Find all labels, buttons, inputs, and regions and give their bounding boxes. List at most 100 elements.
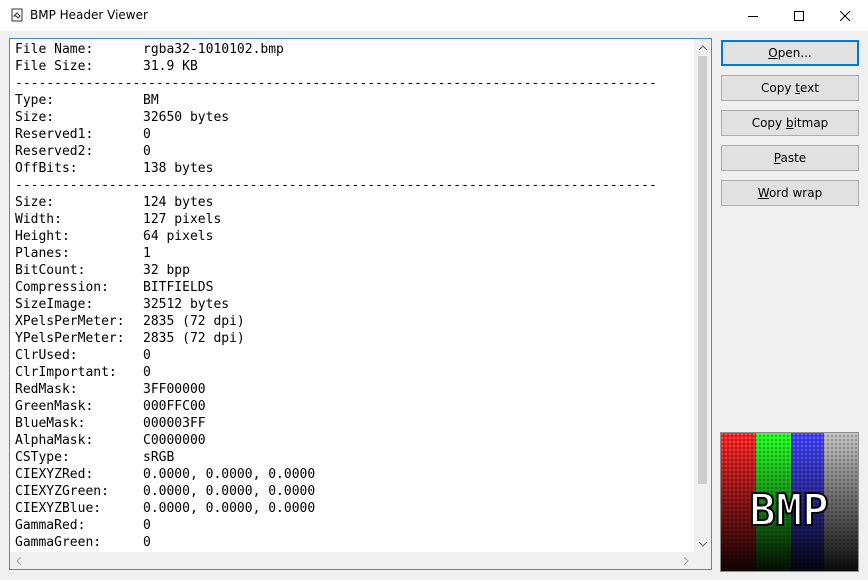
field-label: Compression: [15,280,109,295]
field-label: CSType: [15,450,70,465]
field-value: 2835 (72 dpi) [143,331,245,346]
field-value: 0 [143,348,151,363]
field-value: 32 bpp [143,263,190,278]
field-label: GammaRed: [15,518,86,533]
field-value: 124 bytes [143,195,214,210]
field-value: 3FF00000 [143,382,206,397]
field-value: 1 [143,246,151,261]
button-label-pre: Copy [751,116,786,130]
field-value: 2835 (72 dpi) [143,314,245,329]
field-value: 138 bytes [143,161,214,176]
field-value: 000FFC00 [143,399,206,414]
button-label-post: ord wrap [768,186,823,200]
vertical-scrollbar[interactable] [694,39,711,553]
field-label: BitCount: [15,263,86,278]
field-value: 000003FF [143,416,206,431]
horizontal-scrollbar[interactable] [10,552,695,569]
field-label: GammaGreen: [15,535,102,550]
button-accelerator-key: W [757,186,769,200]
field-label: GreenMask: [15,399,94,414]
title-bar[interactable]: BMP Header Viewer [0,0,868,31]
button-label-post: itmap [793,116,829,130]
maximize-button[interactable] [776,0,822,31]
preview-graphic: BMP [721,433,858,571]
field-label: File Size: [15,59,94,74]
field-label: ClrImportant: [15,365,117,380]
field-label: RedMask: [15,382,78,397]
copy-text-button[interactable]: Copy text [721,75,859,101]
app-icon [11,8,23,22]
open-button[interactable]: Open... [721,40,859,66]
field-label: Planes: [15,246,70,261]
button-label: Word wrap [758,186,822,200]
field-label: Size: [15,110,55,125]
button-accelerator-key: P [773,151,781,165]
field-value: 0 [143,518,151,533]
close-button[interactable] [822,0,868,31]
button-label-post: pen... [777,46,812,60]
arrow-left-icon [16,556,21,565]
field-value: 0 [143,127,151,142]
field-label: BlueMask: [15,416,86,431]
header-text-content[interactable]: File Name: rgba32-1010102.bmp File Size: 31… [10,39,695,553]
field-value: 127 pixels [143,212,222,227]
arrow-up-icon [698,45,707,50]
copy-bitmap-button[interactable]: Copy bitmap [721,110,859,136]
separator-line: ----------------------------------------… [15,76,657,91]
minimize-icon [748,15,758,17]
field-value: 64 pixels [143,229,214,244]
button-accelerator-key: O [768,46,778,60]
field-label: CIEXYZGreen: [15,484,109,499]
scroll-left-button[interactable] [10,552,27,569]
field-label: XPelsPerMeter: [15,314,125,329]
button-label: Open... [768,46,812,60]
field-label: CIEXYZBlue: [15,501,102,516]
field-value: 0 [143,365,151,380]
close-icon [840,10,850,21]
field-value: C0000000 [143,433,206,448]
vertical-scroll-thumb[interactable] [698,56,707,484]
field-value: sRGB [143,450,175,465]
bmp-preview-image: BMP [720,432,859,572]
field-label: Width: [15,212,62,227]
button-label-post: ext [800,81,819,95]
field-value: rgba32-1010102.bmp [143,42,284,57]
field-value: 0.0000, 0.0000, 0.0000 [143,484,316,499]
field-value: 0 [143,535,151,550]
scroll-up-button[interactable] [694,39,711,56]
paste-button[interactable]: Paste [721,145,859,171]
field-label: Reserved1: [15,127,94,142]
field-label: AlphaMask: [15,433,94,448]
button-label: Copy text [761,81,819,95]
field-value: 0.0000, 0.0000, 0.0000 [143,467,316,482]
scroll-right-button[interactable] [678,552,695,569]
field-value: 31.9 KB [143,59,198,74]
field-label: SizeImage: [15,297,94,312]
field-value: BITFIELDS [143,280,214,295]
scroll-down-button[interactable] [694,536,711,553]
field-label: Type: [15,93,55,108]
scrollbar-corner [694,552,711,569]
button-label-pre: Copy [761,81,796,95]
app-window: BMP Header Viewer File Name: rgba32-10101… [0,0,868,580]
separator-line: ----------------------------------------… [15,178,657,193]
field-label: ClrUsed: [15,348,78,363]
field-value: BM [143,93,159,108]
word-wrap-button[interactable]: Word wrap [721,180,859,206]
field-label: Height: [15,229,70,244]
preview-text: BMP [749,485,828,536]
arrow-right-icon [684,556,689,565]
field-label: Size: [15,195,55,210]
field-value: 0.0000, 0.0000, 0.0000 [143,501,316,516]
field-label: OffBits: [15,161,78,176]
field-label: YPelsPerMeter: [15,331,125,346]
button-label: Copy bitmap [752,116,829,130]
field-label: File Name: [15,42,94,57]
button-label: Paste [774,151,806,165]
field-label: Reserved2: [15,144,94,159]
window-title: BMP Header Viewer [30,8,148,22]
minimize-button[interactable] [730,0,776,31]
field-value: 32512 bytes [143,297,230,312]
button-accelerator-key: b [785,116,794,130]
header-text-box[interactable]: File Name: rgba32-1010102.bmp File Size: 31… [9,38,712,570]
